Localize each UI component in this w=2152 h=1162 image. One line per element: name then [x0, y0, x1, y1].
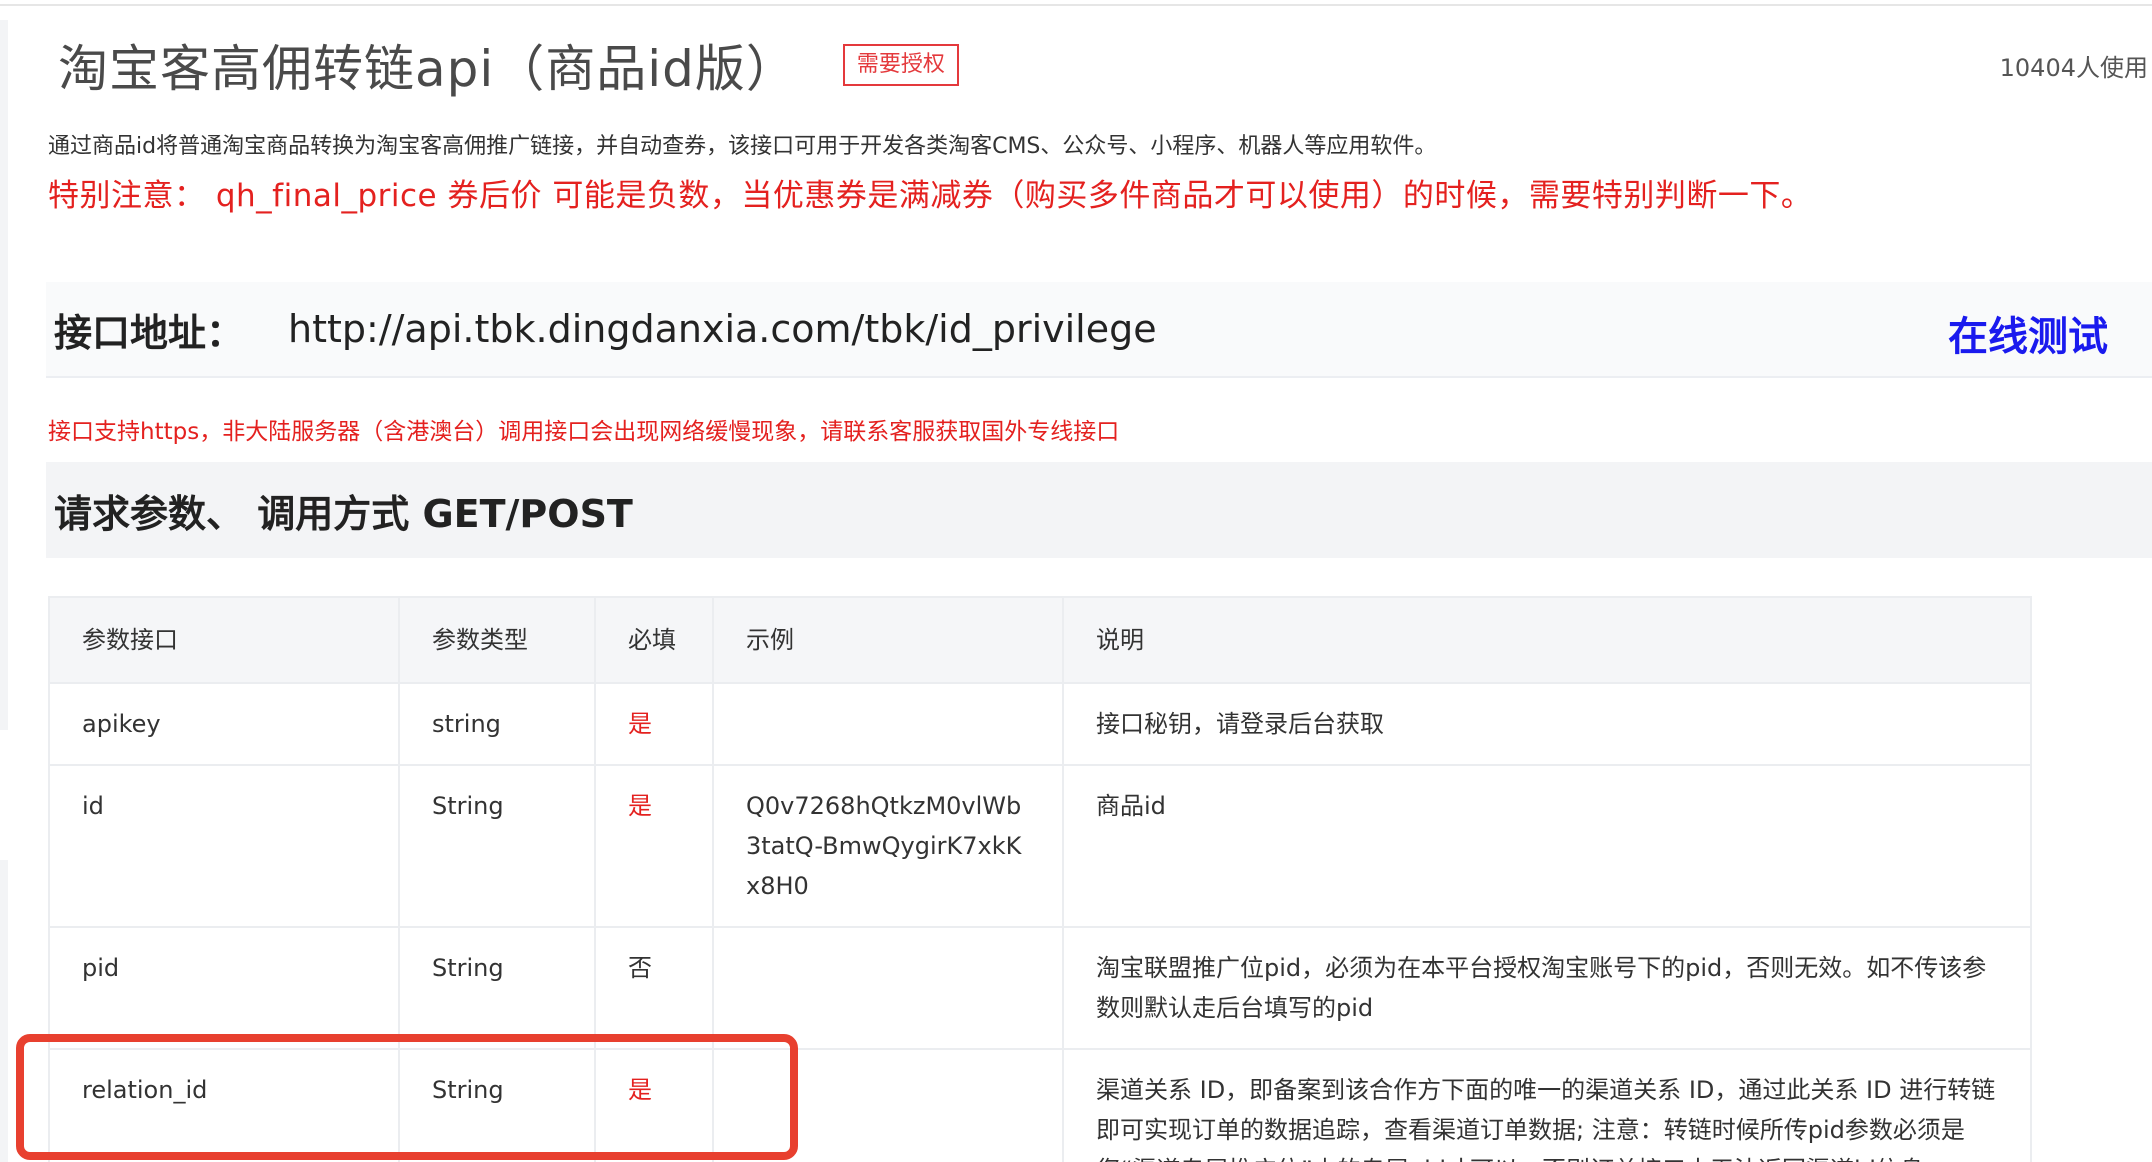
param-type: String [398, 764, 596, 928]
header-param-name: 参数接口 [48, 596, 400, 684]
table-row: id String 是 Q0v7268hQtkzM0vlWb3tatQ-BmwQ… [48, 764, 2032, 928]
param-desc: 渠道关系 ID，即备案到该合作方下面的唯一的渠道关系 ID，通过此关系 ID 进… [1062, 1048, 2032, 1162]
param-type: String [398, 1048, 596, 1162]
param-name: pid [48, 926, 400, 1050]
header-example: 示例 [712, 596, 1064, 684]
param-desc: 淘宝联盟推广位pid，必须为在本平台授权淘宝账号下的pid，否则无效。如不传该参… [1062, 926, 2032, 1050]
https-note: 接口支持https，非大陆服务器（含港澳台）调用接口会出现网络缓慢现象，请联系客… [48, 419, 1120, 445]
param-example [712, 1048, 1064, 1162]
param-required: 是 [594, 682, 714, 766]
param-example: Q0v7268hQtkzM0vlWb3tatQ-BmwQygirK7xkKx8H… [712, 764, 1064, 928]
top-divider [0, 4, 2152, 6]
special-notice: 特别注意： qh_final_price 券后价 可能是负数，当优惠券是满减券（… [48, 178, 1813, 214]
auth-required-badge[interactable]: 需要授权 [842, 44, 959, 86]
table-row: relation_id String 是 渠道关系 ID，即备案到该合作方下面的… [48, 1048, 2032, 1162]
param-name: relation_id [48, 1048, 400, 1162]
param-name: id [48, 764, 400, 928]
param-required: 否 [594, 926, 714, 1050]
param-type: String [398, 926, 596, 1050]
page-title: 淘宝客高佣转链api（商品id版） [58, 40, 797, 98]
param-desc: 商品id [1062, 764, 2032, 928]
param-example [712, 926, 1064, 1050]
page: 淘宝客高佣转链api（商品id版） 需要授权 10404人使用 通过商品id将普… [0, 0, 2152, 1162]
left-gutter [0, 20, 8, 730]
param-required: 是 [594, 1048, 714, 1162]
param-example [712, 682, 1064, 766]
param-required: 是 [594, 764, 714, 928]
endpoint-bar: 接口地址： http://api.tbk.dingdanxia.com/tbk/… [46, 282, 2152, 378]
header-description: 说明 [1062, 596, 2032, 684]
usage-count: 10404人使用 [1999, 54, 2148, 82]
online-test-link[interactable]: 在线测试 [1948, 304, 2108, 362]
table-header-row: 参数接口 参数类型 必填 示例 说明 [48, 596, 2032, 684]
header-param-type: 参数类型 [398, 596, 596, 684]
endpoint-url[interactable]: http://api.tbk.dingdanxia.com/tbk/id_pri… [288, 307, 1157, 351]
left-gutter-lower [0, 860, 8, 1162]
api-description: 通过商品id将普通淘宝商品转换为淘宝客高佣推广链接，并自动查券，该接口可用于开发… [48, 134, 1437, 159]
table-row: pid String 否 淘宝联盟推广位pid，必须为在本平台授权淘宝账号下的p… [48, 926, 2032, 1050]
param-type: string [398, 682, 596, 766]
param-table: 参数接口 参数类型 必填 示例 说明 apikey string 是 接口秘钥，… [48, 596, 2032, 1162]
endpoint-label: 接口地址： [54, 310, 245, 355]
param-desc: 接口秘钥，请登录后台获取 [1062, 682, 2032, 766]
title-row: 淘宝客高佣转链api（商品id版） 需要授权 [58, 30, 959, 100]
table-row: apikey string 是 接口秘钥，请登录后台获取 [48, 682, 2032, 766]
param-name: apikey [48, 682, 400, 766]
header-required: 必填 [594, 596, 714, 684]
params-section-title: 请求参数、 调用方式 GET/POST [54, 491, 633, 536]
params-section-header: 请求参数、 调用方式 GET/POST [46, 462, 2152, 558]
